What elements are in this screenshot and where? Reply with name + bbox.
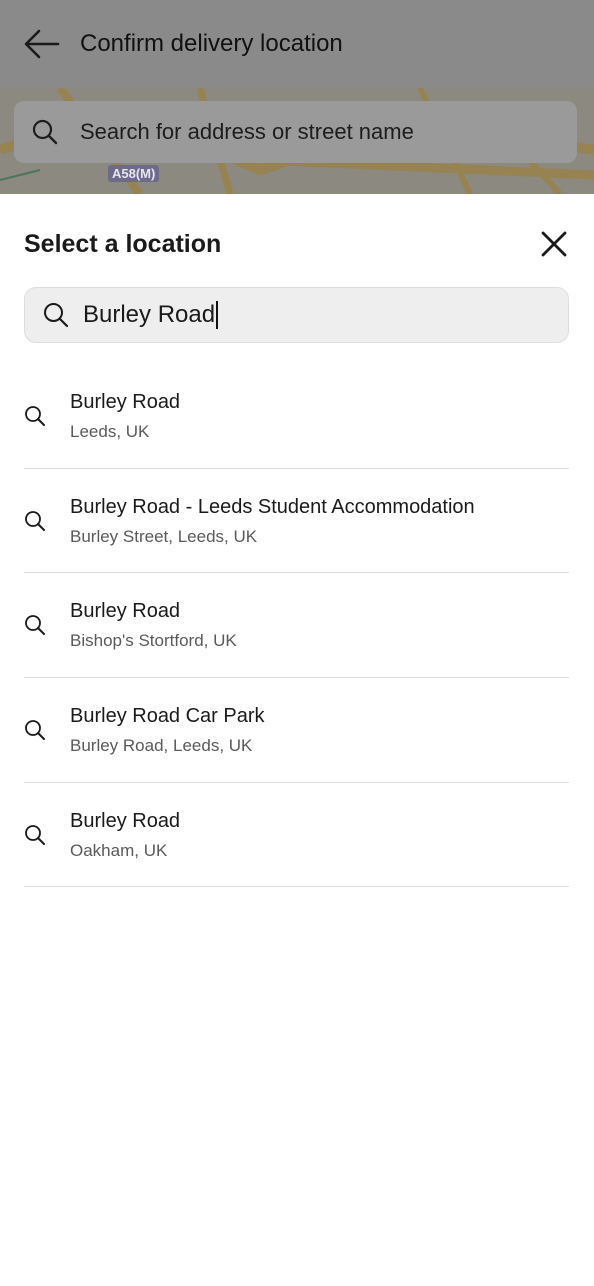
back-button[interactable] [12,14,72,74]
search-icon [43,302,69,328]
list-item[interactable]: Burley Road Bishop's Stortford, UK [24,573,569,679]
search-icon [24,405,70,427]
page-title: Confirm delivery location [80,30,343,57]
result-subtitle: Burley Road, Leeds, UK [70,735,253,755]
result-subtitle: Burley Street, Leeds, UK [70,526,258,546]
close-icon [541,231,567,257]
road-label: A58(M) [108,165,160,182]
list-item[interactable]: Burley Road - Leeds Student Accommodatio… [24,469,569,574]
result-title: Burley Road - Leeds Student Accommodatio… [70,495,475,518]
results-list: Burley Road Leeds, UK Burley Road - Leed… [24,364,569,888]
text-caret [216,301,219,329]
result-subtitle: Oakham, UK [70,840,168,860]
arrow-left-icon [24,29,60,59]
search-value: Burley Road [83,301,216,328]
location-sheet: Select a location Burley Road Burley Roa… [0,194,594,1286]
result-subtitle: Bishop's Stortford, UK [70,631,237,651]
search-icon [24,614,70,636]
list-item[interactable]: Burley Road Car Park Burley Road, Leeds,… [24,678,569,783]
sheet-header: Select a location [24,228,570,260]
close-button[interactable] [538,228,570,260]
search-icon [24,824,70,846]
result-title: Burley Road [70,600,181,623]
search-icon [24,510,70,532]
result-subtitle: Leeds, UK [70,421,150,441]
location-search-input[interactable]: Burley Road [24,287,569,343]
list-item[interactable]: Burley Road Oakham, UK [24,783,569,888]
map-search-input[interactable]: Search for address or street name [14,101,577,163]
search-icon [24,719,70,741]
result-title: Burley Road Car Park [70,704,265,727]
result-title: Burley Road [70,390,181,413]
top-bar: Confirm delivery location [0,0,594,88]
result-title: Burley Road [70,809,181,832]
list-item[interactable]: Burley Road Leeds, UK [24,364,569,469]
map-search-placeholder: Search for address or street name [80,119,414,144]
sheet-title: Select a location [24,229,222,258]
search-icon [32,119,58,145]
